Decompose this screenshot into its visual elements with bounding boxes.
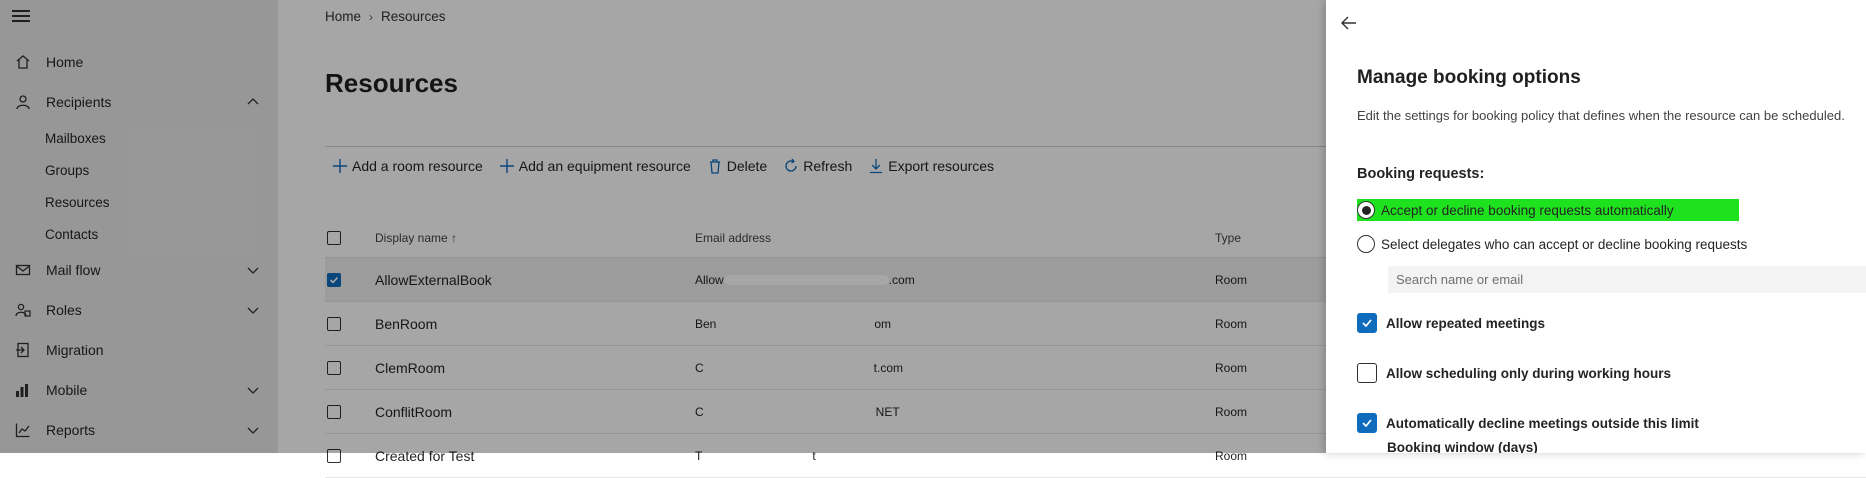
working-hours-checkbox[interactable] bbox=[1357, 363, 1377, 383]
auto-decline-checkbox[interactable] bbox=[1357, 413, 1377, 433]
radio-button[interactable] bbox=[1357, 201, 1375, 219]
radio-label: Select delegates who can accept or decli… bbox=[1381, 236, 1748, 252]
booking-window-label: Booking window (days) bbox=[1387, 440, 1538, 453]
delegate-search-input[interactable]: Search name or email bbox=[1388, 266, 1866, 293]
auto-decline-option[interactable]: Automatically decline meetings outside t… bbox=[1357, 413, 1699, 433]
checkbox-label: Allow scheduling only during working hou… bbox=[1386, 365, 1672, 381]
panel-title: Manage booking options bbox=[1357, 67, 1581, 88]
radio-label: Accept or decline booking requests autom… bbox=[1381, 202, 1674, 218]
radio-select-delegates[interactable]: Select delegates who can accept or decli… bbox=[1357, 235, 1747, 253]
allow-repeated-meetings-option[interactable]: Allow repeated meetings bbox=[1357, 313, 1545, 333]
checkmark-icon bbox=[1362, 419, 1372, 428]
booking-options-panel: Manage booking options Edit the settings… bbox=[1326, 0, 1866, 453]
checkmark-icon bbox=[1362, 319, 1372, 328]
panel-description: Edit the settings for booking policy tha… bbox=[1357, 108, 1845, 123]
checkbox-label: Automatically decline meetings outside t… bbox=[1386, 415, 1699, 431]
checkbox-label: Allow repeated meetings bbox=[1386, 315, 1546, 331]
radio-accept-decline-automatically[interactable]: Accept or decline booking requests autom… bbox=[1357, 199, 1739, 221]
back-arrow-icon[interactable] bbox=[1340, 14, 1358, 32]
modal-overlay[interactable] bbox=[0, 0, 1326, 453]
allow-repeated-meetings-checkbox[interactable] bbox=[1357, 313, 1377, 333]
booking-requests-heading: Booking requests: bbox=[1357, 166, 1485, 182]
radio-button[interactable] bbox=[1357, 235, 1375, 253]
working-hours-option[interactable]: Allow scheduling only during working hou… bbox=[1357, 363, 1671, 383]
